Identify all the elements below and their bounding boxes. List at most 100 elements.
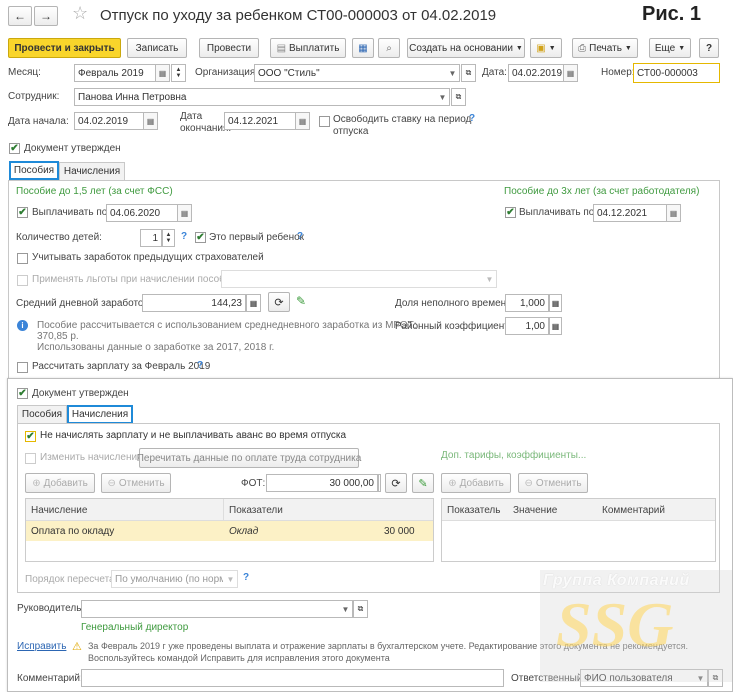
pay-button[interactable]: ▤ Выплатить	[270, 38, 346, 58]
pay-until-value: 04.06.2020	[110, 207, 161, 219]
doc-approved-checkbox[interactable]: ✔	[9, 143, 20, 154]
more-button[interactable]: Еще ▼	[649, 38, 691, 58]
fot-field[interactable]: 30 000,00	[266, 474, 378, 492]
employee-open-button[interactable]: ⧉	[451, 88, 466, 106]
avg-daily-field[interactable]: 144,23	[142, 294, 246, 312]
help-question-icon[interactable]: ?	[243, 572, 249, 583]
number-field[interactable]: СТ00-000003	[633, 63, 720, 83]
post-and-close-button[interactable]: Провести и закрыть	[8, 38, 121, 58]
part-time-calc-button[interactable]: ▦	[549, 294, 562, 312]
employee-field[interactable]: Панова Инна Петровна ▼	[74, 88, 450, 106]
part-time-field[interactable]: 1,000	[505, 294, 549, 312]
tab-benefits[interactable]: Пособия	[9, 161, 59, 180]
fot-calc-button[interactable]	[378, 474, 381, 492]
dropdown-arrow-icon[interactable]: ▼	[435, 89, 449, 105]
tab-accruals-2[interactable]: Начисления	[67, 405, 133, 424]
start-date-value: 04.02.2019	[78, 115, 129, 127]
pay-until-field-2[interactable]: 04.12.2021 ▦	[593, 204, 681, 222]
recalc-order-select[interactable]: По умолчанию (по норме ▼	[111, 570, 238, 588]
open-link-icon: ⧉	[465, 68, 472, 77]
favorite-star-icon[interactable]: ☆	[72, 3, 88, 24]
no-salary-checkbox[interactable]: ✔	[25, 431, 36, 442]
recalculate-button[interactable]: ⟳	[268, 292, 290, 312]
help-question-icon[interactable]: ?	[181, 231, 187, 242]
fot-refresh-button[interactable]: ⟳	[385, 473, 407, 493]
benefits-select[interactable]: ▼	[221, 270, 497, 288]
children-count-field[interactable]: 1	[140, 229, 162, 247]
pay-until-checkbox[interactable]: ✔	[17, 207, 28, 218]
responsible-open-button[interactable]: ⧉	[708, 669, 723, 687]
calc-salary-checkbox[interactable]	[17, 362, 28, 373]
create-based-button[interactable]: Создать на основании ▼	[407, 38, 525, 58]
stepper-down-icon[interactable]: ▼	[176, 73, 182, 79]
first-child-checkbox[interactable]: ✔	[195, 232, 206, 243]
pay-button-label: Выплатить	[289, 42, 340, 54]
release-rate-checkbox[interactable]	[319, 116, 330, 127]
forward-button[interactable]: →	[34, 6, 58, 26]
add-button[interactable]: ⊕ Добавить	[25, 473, 95, 493]
pay-until-field[interactable]: 04.06.2020 ▦	[106, 204, 192, 222]
dropdown-arrow-icon[interactable]: ▼	[445, 65, 459, 81]
report-button[interactable]: ▦	[352, 38, 374, 58]
arrow-left-icon: ←	[14, 9, 26, 23]
apply-benefits-checkbox[interactable]	[17, 275, 28, 286]
attach-button[interactable]: ⌕	[378, 38, 400, 58]
comment-field[interactable]	[81, 669, 504, 687]
fix-link[interactable]: Исправить	[17, 641, 66, 652]
calendar-icon[interactable]: ▦	[177, 205, 191, 221]
refill-data-button[interactable]: Перечитать данные по оплате труда сотруд…	[137, 448, 361, 468]
cancel-button[interactable]: ⊖ Отменить	[101, 473, 171, 493]
dropdown-arrow-icon[interactable]: ▼	[223, 571, 237, 587]
plus-icon: ⊕	[448, 477, 457, 489]
avg-daily-value: 144,23	[211, 297, 242, 309]
month-stepper[interactable]: ▲ ▼	[171, 64, 186, 82]
regional-coef-calc-button[interactable]: ▦	[549, 317, 562, 335]
help-question-icon[interactable]: ?	[469, 113, 475, 124]
dropdown-arrow-icon[interactable]: ▼	[482, 271, 496, 287]
end-date-field[interactable]: 04.12.2021 ▦	[224, 112, 310, 130]
month-field[interactable]: Февраль 2019 ▦	[74, 64, 170, 82]
dropdown-arrow-icon[interactable]: ▼	[338, 601, 352, 617]
calendar-icon[interactable]: ▦	[155, 65, 169, 81]
calendar-icon[interactable]: ▦	[295, 113, 309, 129]
help-question-icon[interactable]: ?	[297, 231, 303, 242]
doc-approved-checkbox-2[interactable]: ✔	[17, 388, 28, 399]
responsible-field[interactable]: ФИО пользователя ▼	[580, 669, 708, 687]
more-label: Еще	[654, 42, 676, 54]
write-button[interactable]: Записать	[127, 38, 187, 58]
pay-until-checkbox-2[interactable]: ✔	[505, 207, 516, 218]
date-field[interactable]: 04.02.2019 ▦	[508, 64, 578, 82]
edit-pencil-icon[interactable]: ✎	[296, 294, 306, 308]
list-icon: ▦	[358, 42, 368, 54]
back-button[interactable]: ←	[8, 6, 32, 26]
col-comment-header: Комментарий	[602, 505, 665, 516]
tab-benefits-2[interactable]: Пособия	[17, 405, 67, 423]
children-stepper[interactable]: ▲ ▼	[162, 229, 175, 247]
add-button-2[interactable]: ⊕ Добавить	[441, 473, 511, 493]
help-question-icon[interactable]: ?	[197, 360, 203, 371]
fot-edit-button[interactable]: ✎	[412, 473, 434, 493]
manager-field[interactable]: ▼	[81, 600, 353, 618]
calendar-icon[interactable]: ▦	[563, 65, 577, 81]
prev-insurers-checkbox[interactable]	[17, 253, 28, 264]
dropdown-arrow-icon[interactable]: ▼	[693, 670, 707, 686]
organization-open-button[interactable]: ⧉	[461, 64, 476, 82]
print-button[interactable]: ⎙ Печать ▼	[572, 38, 638, 58]
stepper-down-icon[interactable]: ▼	[166, 238, 172, 244]
structure-button[interactable]: ▣ ▼	[530, 38, 562, 58]
organization-field[interactable]: ООО "Стиль" ▼	[254, 64, 460, 82]
manager-open-button[interactable]: ⧉	[353, 600, 368, 618]
post-button[interactable]: Провести	[199, 38, 259, 58]
extra-tariffs-link[interactable]: Доп. тарифы, коэффициенты...	[441, 450, 586, 461]
start-date-field[interactable]: 04.02.2019 ▦	[74, 112, 158, 130]
regional-coef-field[interactable]: 1,00	[505, 317, 549, 335]
calendar-icon[interactable]: ▦	[666, 205, 680, 221]
help-button[interactable]: ?	[699, 38, 719, 58]
calendar-icon[interactable]: ▦	[143, 113, 157, 129]
change-accruals-checkbox[interactable]	[25, 453, 36, 464]
avg-daily-calc-button[interactable]: ▦	[246, 294, 261, 312]
director-link[interactable]: Генеральный директор	[81, 622, 188, 633]
cancel-button-2[interactable]: ⊖ Отменить	[518, 473, 588, 493]
tab-accruals[interactable]: Начисления	[59, 162, 125, 180]
dropdown-arrow-icon: ▼	[624, 44, 632, 52]
